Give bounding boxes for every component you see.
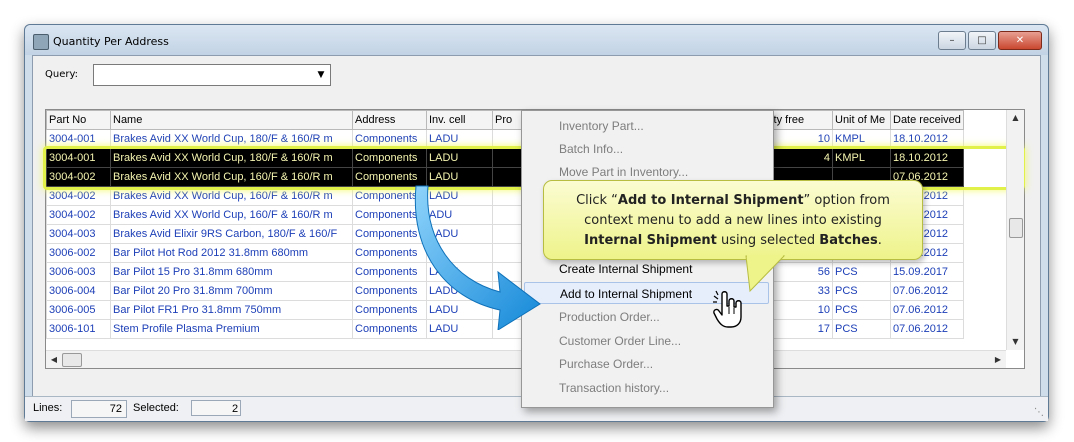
lines-label: Lines: bbox=[33, 402, 63, 414]
close-icon[interactable]: ✕ bbox=[998, 31, 1042, 50]
table-cell: 18.10.2012 bbox=[890, 148, 964, 168]
table-cell: 3004-003 bbox=[46, 224, 111, 244]
table-cell: 3004-002 bbox=[46, 205, 111, 225]
table-cell: 3006-003 bbox=[46, 262, 111, 282]
table-cell: 3006-002 bbox=[46, 243, 111, 263]
scroll-left-icon[interactable]: ◀ bbox=[46, 351, 62, 368]
table-cell: 3004-002 bbox=[46, 167, 111, 187]
column-header[interactable]: Inv. cell bbox=[426, 110, 493, 130]
table-cell: Bar Pilot 20 Pro 31.8mm 700mm bbox=[110, 281, 353, 301]
callout-tail-icon bbox=[745, 255, 786, 293]
maximize-icon[interactable]: □ bbox=[968, 31, 996, 50]
column-header[interactable]: Address bbox=[352, 110, 427, 130]
table-cell: 07.06.2012 bbox=[890, 319, 964, 339]
query-dropdown[interactable]: ▼ bbox=[93, 64, 331, 86]
table-cell: 3006-101 bbox=[46, 319, 111, 339]
table-cell: 3006-004 bbox=[46, 281, 111, 301]
table-cell: LADU bbox=[426, 129, 493, 149]
table-cell: 3004-001 bbox=[46, 148, 111, 168]
table-cell: Brakes Avid XX World Cup, 180/F & 160/R … bbox=[110, 129, 353, 149]
table-cell: PCS bbox=[832, 262, 891, 282]
table-cell: Bar Pilot FR1 Pro 31.8mm 750mm bbox=[110, 300, 353, 320]
table-cell: Stem Profile Plasma Premium bbox=[110, 319, 353, 339]
callout-text-3: using selected bbox=[716, 233, 820, 248]
table-cell: 15.09.2017 bbox=[890, 262, 964, 282]
column-header[interactable]: Part No bbox=[46, 110, 111, 130]
table-cell: Brakes Avid XX World Cup, 160/F & 160/R … bbox=[110, 205, 353, 225]
table-cell: Brakes Avid XX World Cup, 180/F & 160/R … bbox=[110, 148, 353, 168]
context-menu-item[interactable]: Purchase Order... bbox=[524, 353, 769, 375]
minimize-icon[interactable]: – bbox=[938, 31, 966, 50]
context-menu-item[interactable]: Customer Order Line... bbox=[524, 330, 769, 352]
column-header[interactable]: Unit of Me bbox=[832, 110, 891, 130]
context-menu-item[interactable]: Inventory Part... bbox=[524, 115, 769, 137]
table-cell: 3004-001 bbox=[46, 129, 111, 149]
table-cell: LADU bbox=[426, 148, 493, 168]
chevron-down-icon[interactable]: ▼ bbox=[312, 65, 330, 85]
table-cell: 3004-002 bbox=[46, 186, 111, 206]
window-controls: – □ ✕ bbox=[938, 31, 1042, 50]
selected-label: Selected: bbox=[133, 402, 179, 414]
table-row[interactable]: 3004-001 Brakes Avid XX World Cup, 180/F … bbox=[46, 148, 964, 168]
table-row[interactable]: 3004-001 Brakes Avid XX World Cup, 180/F … bbox=[46, 129, 964, 149]
instruction-callout: Click “Add to Internal Shipment” option … bbox=[543, 180, 923, 260]
table-cell: 07.06.2012 bbox=[890, 300, 964, 320]
table-cell: PCS bbox=[832, 281, 891, 301]
column-header[interactable]: Date received bbox=[890, 110, 964, 130]
table-cell: 3006-005 bbox=[46, 300, 111, 320]
table-cell: PCS bbox=[832, 300, 891, 320]
context-menu-item[interactable]: Transaction history... bbox=[524, 377, 769, 399]
app-window-icon bbox=[33, 34, 49, 50]
table-cell: 18.10.2012 bbox=[890, 129, 964, 149]
callout-bold-3: Batches bbox=[819, 233, 878, 248]
table-cell: Brakes Avid XX World Cup, 160/F & 160/R … bbox=[110, 186, 353, 206]
scroll-right-icon[interactable]: ▶ bbox=[990, 351, 1006, 368]
selected-count: 2 bbox=[191, 400, 241, 416]
pointer-arrow-icon bbox=[414, 185, 541, 330]
horizontal-scroll-thumb[interactable] bbox=[62, 353, 82, 367]
title-bar[interactable]: Quantity Per Address – □ ✕ bbox=[25, 25, 1048, 55]
table-cell: Brakes Avid Elixir 9RS Carbon, 180/F & 1… bbox=[110, 224, 353, 244]
table-cell: KMPL bbox=[832, 148, 891, 168]
scroll-down-icon[interactable]: ▼ bbox=[1007, 334, 1024, 350]
vertical-scrollbar[interactable]: ▲ ▼ bbox=[1006, 110, 1024, 350]
table-cell: PCS bbox=[832, 319, 891, 339]
table-cell: 07.06.2012 bbox=[890, 281, 964, 301]
table-cell: Bar Pilot Hot Rod 2012 31.8mm 680mm bbox=[110, 243, 353, 263]
window-title: Quantity Per Address bbox=[53, 35, 169, 48]
resize-grip-icon[interactable]: ⋱ bbox=[1034, 407, 1046, 419]
table-cell: Brakes Avid XX World Cup, 160/F & 160/R … bbox=[110, 167, 353, 187]
lines-count: 72 bbox=[71, 400, 127, 418]
context-menu-item[interactable]: Create Internal Shipment bbox=[524, 258, 769, 280]
context-menu-item[interactable]: Batch Info... bbox=[524, 138, 769, 160]
table-cell: Components bbox=[352, 148, 427, 168]
callout-text-1: Click “ bbox=[576, 193, 618, 208]
query-label: Query: bbox=[45, 69, 79, 80]
table-cell: Bar Pilot 15 Pro 31.8mm 680mm bbox=[110, 262, 353, 282]
callout-text: Click “Add to Internal Shipment” option … bbox=[554, 191, 912, 251]
callout-text-4: . bbox=[877, 233, 882, 248]
callout-bold-1: Add to Internal Shipment bbox=[617, 193, 804, 208]
scroll-up-icon[interactable]: ▲ bbox=[1007, 110, 1024, 126]
table-cell: KMPL bbox=[832, 129, 891, 149]
hand-cursor-icon bbox=[713, 290, 742, 328]
callout-bold-2: Internal Shipment bbox=[584, 233, 717, 248]
vertical-scroll-thumb[interactable] bbox=[1009, 218, 1023, 238]
column-header[interactable]: Name bbox=[110, 110, 353, 130]
table-cell: Components bbox=[352, 129, 427, 149]
